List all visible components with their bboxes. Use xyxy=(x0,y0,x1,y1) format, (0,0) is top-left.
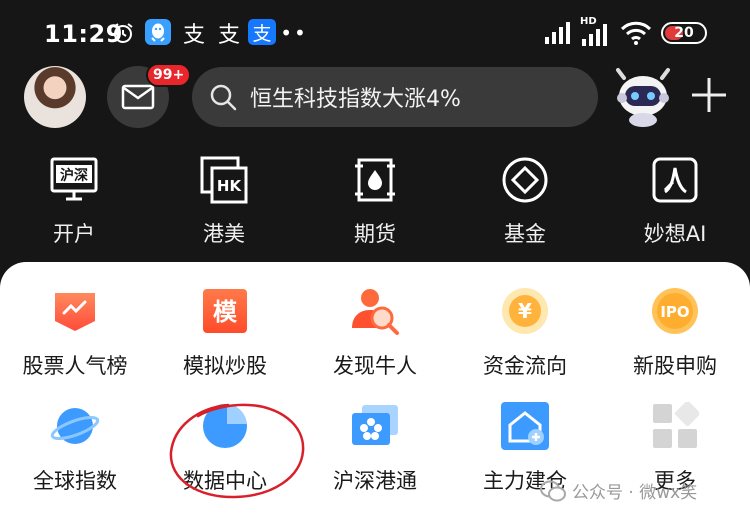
grid-item-connect[interactable]: 沪深港通 xyxy=(300,401,450,495)
ipo-icon: IPO xyxy=(650,286,700,336)
grid-item-global-index[interactable]: 全球指数 xyxy=(0,401,150,495)
quick-nav-label: 基金 xyxy=(504,222,546,246)
more-grid-icon xyxy=(650,401,700,451)
shanghai-shenzhen-screen-icon: 沪深 xyxy=(50,156,98,204)
discover-expert-icon xyxy=(350,286,400,336)
ai-robot-mascot-icon[interactable] xyxy=(610,64,676,130)
futures-drop-icon xyxy=(351,156,399,204)
grid-item-discover-expert[interactable]: 发现牛人 xyxy=(300,286,450,380)
quick-nav-ai[interactable]: 妙想AI xyxy=(615,156,735,248)
grid-item-label: 模拟炒股 xyxy=(183,354,267,378)
alipay-notification-icon: 支 xyxy=(182,23,205,48)
quick-nav-futures[interactable]: 期货 xyxy=(315,156,435,248)
qq-penguin-icon xyxy=(145,19,171,45)
wifi-icon xyxy=(620,20,652,46)
quick-nav-hk-us[interactable]: HK 港美 xyxy=(164,156,284,248)
add-button[interactable] xyxy=(690,76,728,114)
grid-item-label: 资金流向 xyxy=(483,354,567,378)
mail-icon xyxy=(121,84,155,110)
status-bar: 11:29 支 支 支 •• HD 20 xyxy=(0,0,750,62)
connect-hk-flower-icon xyxy=(350,401,400,451)
quick-nav-label: 期货 xyxy=(354,222,396,246)
wechat-watermark: 公众号 · 微wx笑 xyxy=(540,478,697,503)
user-avatar[interactable] xyxy=(24,66,86,128)
grid-item-label: 新股申购 xyxy=(633,354,717,378)
cell-signal-icon xyxy=(580,22,612,48)
message-count-badge: 99+ xyxy=(146,63,192,87)
plus-icon xyxy=(692,78,726,112)
svg-text:沪深: 沪深 xyxy=(60,167,88,184)
watermark-text: 公众号 · 微wx笑 xyxy=(572,483,698,503)
grid-item-simulated-trading[interactable]: 模 模拟炒股 xyxy=(150,286,300,380)
main-force-house-icon xyxy=(500,401,550,451)
svg-text:¥: ¥ xyxy=(518,299,532,323)
grid-item-label: 数据中心 xyxy=(183,469,267,493)
battery-indicator: 20 xyxy=(661,22,707,44)
grid-item-label: 全球指数 xyxy=(33,469,117,493)
quick-nav-open-account[interactable]: 沪深 开户 xyxy=(14,156,134,248)
grid-item-label: 沪深港通 xyxy=(333,469,417,493)
search-hint-text: 恒生科技指数大涨4% xyxy=(250,87,461,112)
search-icon xyxy=(210,84,237,111)
hk-us-icon: HK xyxy=(200,156,248,204)
simulated-trading-icon: 模 xyxy=(200,286,250,336)
more-notifications-dots: •• xyxy=(280,21,308,45)
grid-item-stock-popularity[interactable]: 股票人气榜 xyxy=(0,286,150,380)
quick-nav-fund[interactable]: 基金 xyxy=(465,156,585,248)
grid-item-ipo[interactable]: IPO 新股申购 xyxy=(600,286,750,380)
capital-flow-icon: ¥ xyxy=(500,286,550,336)
svg-text:模: 模 xyxy=(213,298,238,326)
alarm-clock-icon xyxy=(110,20,136,46)
quick-nav-label: 妙想AI xyxy=(643,222,707,246)
battery-level: 20 xyxy=(674,25,694,41)
wechat-logo-icon xyxy=(540,480,566,501)
quick-nav-label: 开户 xyxy=(53,222,95,246)
grid-item-capital-flow[interactable]: ¥ 资金流向 xyxy=(450,286,600,380)
cell-signal-icon xyxy=(544,20,574,46)
data-center-pie-icon xyxy=(200,401,250,451)
global-index-planet-icon xyxy=(50,401,100,451)
popularity-chart-icon xyxy=(50,286,100,336)
search-bar[interactable]: 恒生科技指数大涨4% xyxy=(192,67,598,127)
svg-text:HK: HK xyxy=(217,177,243,195)
alipay-app-icon: 支 xyxy=(248,19,276,45)
grid-item-data-center[interactable]: 数据中心 xyxy=(150,401,300,495)
svg-text:IPO: IPO xyxy=(660,303,689,321)
ai-icon xyxy=(651,156,699,204)
grid-item-label: 发现牛人 xyxy=(333,354,417,378)
alipay-notification-icon: 支 xyxy=(217,23,240,48)
grid-item-label: 股票人气榜 xyxy=(22,354,128,378)
fund-diamond-icon xyxy=(501,156,549,204)
quick-nav-label: 港美 xyxy=(203,222,245,246)
